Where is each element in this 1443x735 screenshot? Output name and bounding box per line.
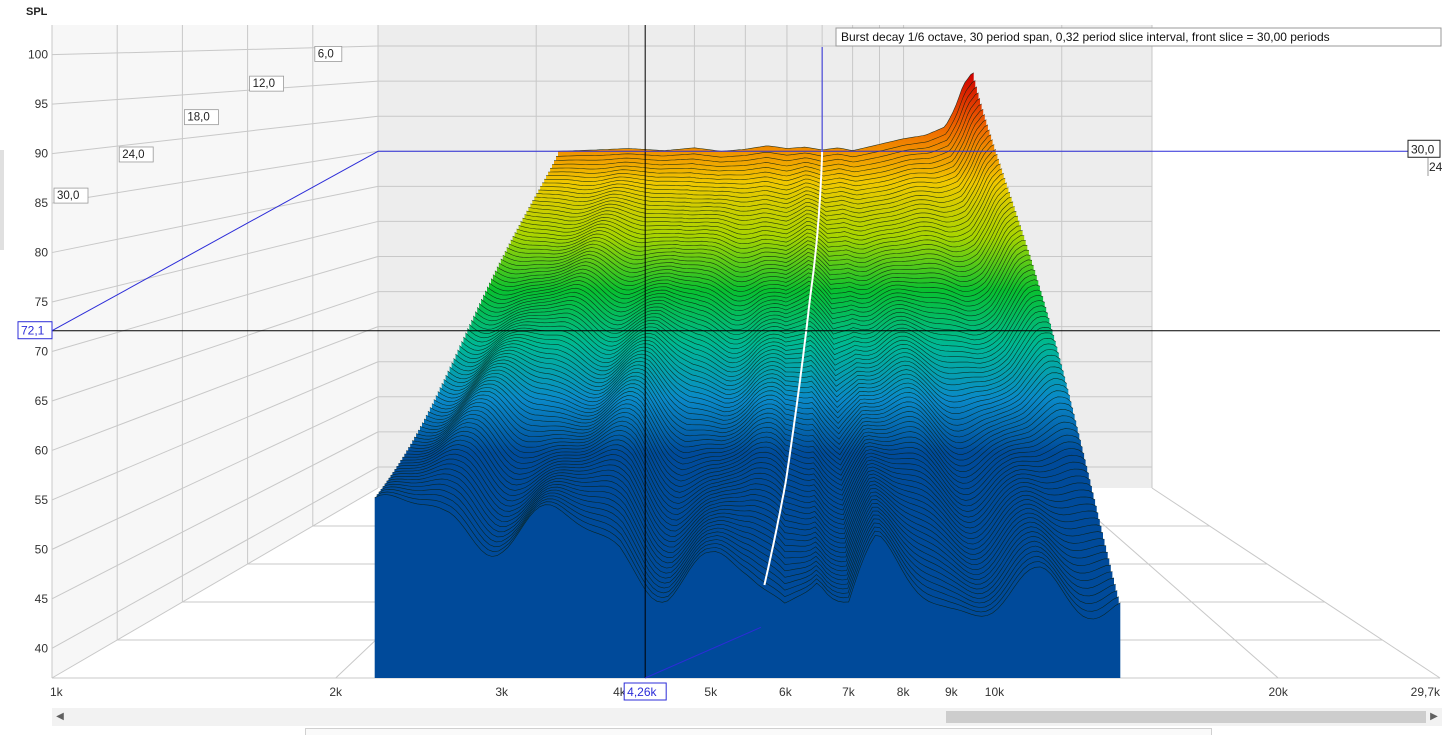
scroll-right-icon[interactable]: ▶ bbox=[1428, 710, 1440, 724]
x-tick-label: 1k bbox=[50, 685, 64, 699]
z-tick-label: 18,0 bbox=[187, 112, 209, 124]
x-tick-label: 5k bbox=[704, 685, 718, 699]
panel-edge bbox=[0, 150, 4, 250]
scroll-left-icon[interactable]: ◀ bbox=[54, 710, 66, 724]
y-tick-label: 95 bbox=[35, 97, 49, 111]
x-axis-ticks: 1k 2k 3k 4k 5k 6k 7k 8k 9k 10k 20k 29,7k bbox=[50, 685, 1441, 699]
z-tick-label: 6,0 bbox=[318, 48, 334, 60]
waterfall-plot[interactable]: SPL 100959085807570656055504540 1k 2k 3k 4k… bbox=[0, 0, 1443, 734]
y-tick-label: 60 bbox=[35, 443, 49, 457]
cursor-slice-readout: 30,0 bbox=[1411, 142, 1435, 156]
scroll-thumb[interactable] bbox=[946, 711, 1426, 723]
y-axis-label: SPL bbox=[26, 6, 48, 18]
y-tick-label: 40 bbox=[35, 641, 49, 655]
z-tick-label: 24,0 bbox=[122, 149, 144, 161]
chart-title-box: Burst decay 1/6 octave, 30 period span, … bbox=[835, 27, 1442, 47]
x-tick-label: 20k bbox=[1268, 685, 1288, 699]
y-tick-label: 90 bbox=[35, 147, 49, 161]
y-axis-ticks: 100 95 90 85 80 75 70 65 60 55 50 45 40 bbox=[28, 48, 48, 656]
cursor-spl-readout: 72,1 bbox=[21, 324, 45, 338]
x-tick-label: 9k bbox=[945, 685, 959, 699]
z-tick-label: 12,0 bbox=[253, 78, 275, 90]
x-tick-label: 8k bbox=[897, 685, 911, 699]
z-tick-label: 30,0 bbox=[57, 190, 79, 202]
x-tick-label: 7k bbox=[842, 685, 856, 699]
x-tick-label: 2k bbox=[329, 685, 343, 699]
x-tick-label: 29,7k bbox=[1411, 685, 1441, 699]
chart-title: Burst decay 1/6 octave, 30 period span, … bbox=[841, 30, 1330, 44]
y-tick-label: 85 bbox=[35, 196, 49, 210]
y-tick-label: 75 bbox=[35, 295, 49, 309]
y-tick-label: 45 bbox=[35, 592, 49, 606]
horizontal-scrollbar[interactable]: ◀ ▶ bbox=[52, 708, 1442, 726]
y-tick-label: 100 bbox=[28, 48, 48, 62]
y-tick-label: 70 bbox=[35, 345, 49, 359]
y-tick-label: 50 bbox=[35, 542, 49, 556]
x-tick-label: 10k bbox=[985, 685, 1005, 699]
y-tick-label: 65 bbox=[35, 394, 49, 408]
x-tick-label: 6k bbox=[779, 685, 793, 699]
y-tick-label: 55 bbox=[35, 493, 49, 507]
x-tick-label: 3k bbox=[495, 685, 509, 699]
y-tick-label: 80 bbox=[35, 246, 49, 260]
cursor-slice-right-label: 24 bbox=[1429, 160, 1443, 174]
cursor-frequency-readout: 4,26k bbox=[627, 685, 657, 699]
